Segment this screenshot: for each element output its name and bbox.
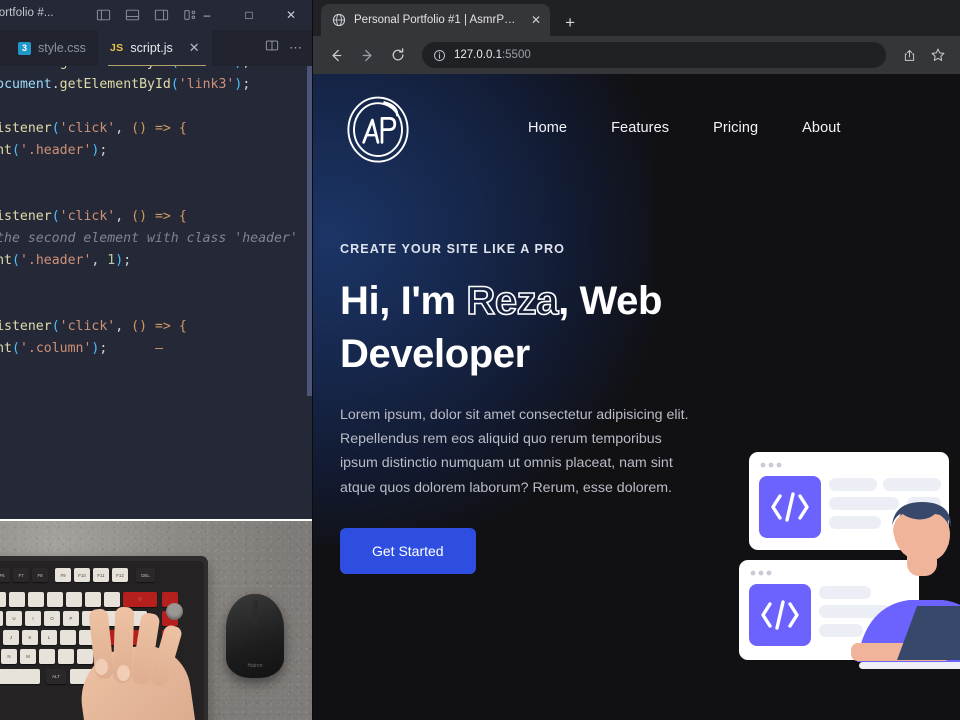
toggle-secondary-sidebar-icon[interactable] — [154, 8, 169, 22]
nav-link-about[interactable]: About — [802, 120, 840, 136]
share-icon[interactable] — [897, 43, 921, 67]
hero-eyebrow: CREATE YOUR SITE LIKE A PRO — [340, 242, 565, 256]
hero-section: CREATE YOUR SITE LIKE A PRO Hi, I'm Reza… — [313, 182, 960, 669]
bookmark-star-icon[interactable] — [926, 43, 950, 67]
browser-tab-title: Personal Portfolio #1 | AsmrProg — [354, 14, 519, 26]
nav-link-home[interactable]: Home — [528, 120, 567, 136]
address-bar[interactable]: 127.0.0.1:5500 — [422, 42, 886, 68]
editor-tab-label: script.js — [130, 41, 173, 55]
url-port: :5500 — [501, 49, 531, 61]
webpage-viewport: Home Features Pricing About CREATE YOUR … — [313, 74, 960, 720]
vscode-editor[interactable]: const link2 = document.getElementById('l… — [0, 66, 312, 519]
more-actions-icon[interactable]: ⋯ — [289, 40, 303, 56]
get-started-button[interactable]: Get Started — [340, 528, 476, 575]
headline-outlined-name: Reza — [466, 278, 560, 324]
forward-button[interactable] — [354, 42, 380, 68]
editor-scrollbar[interactable] — [307, 66, 312, 519]
close-icon[interactable]: ✕ — [189, 40, 200, 56]
info-circle-icon[interactable] — [433, 49, 446, 62]
browser-tabstrip: Personal Portfolio #1 | AsmrProg ✕ + — [313, 0, 960, 36]
hero-content: CREATE YOUR SITE LIKE A PRO Hi, I'm Reza… — [340, 242, 710, 575]
screen: nal Portfolio #... – □ ✕ — [0, 0, 960, 720]
headline-part-1: Hi, I'm — [340, 279, 467, 323]
hero-headline: Hi, I'm Reza, Web Developer — [340, 275, 710, 381]
vscode-window-buttons: – □ ✕ — [186, 0, 312, 30]
javascript-icon: JS — [109, 42, 124, 54]
vscode-tabbar: 3 style.css JS script.js ✕ ⋯ — [0, 30, 312, 66]
scrollbar-thumb[interactable] — [307, 66, 312, 396]
vscode-layout-controls — [96, 0, 198, 30]
chrome-browser-window: Personal Portfolio #1 | AsmrProg ✕ + 127… — [313, 0, 960, 720]
url-host: 127.0.0.1 — [454, 49, 502, 61]
editor-tab-label: style.css — [38, 41, 86, 55]
minimize-button[interactable]: – — [186, 0, 228, 30]
keyboard-knob — [166, 603, 183, 620]
editor-tab-actions: ⋯ — [265, 30, 312, 66]
split-editor-icon[interactable] — [265, 39, 279, 57]
site-navbar: Home Features Pricing About — [313, 74, 960, 182]
editor-tab-script-js[interactable]: JS script.js ✕ — [97, 30, 212, 66]
keyboard-hands-webcam-overlay: F6 F7 F8 F9 F10 F11 F12 DEL ♡ Y U I O P — [0, 519, 312, 720]
computer-mouse: Hatron — [226, 594, 284, 678]
site-nav-links: Home Features Pricing About — [528, 120, 841, 136]
editor-tab-style-css[interactable]: 3 style.css — [0, 30, 98, 66]
nav-link-features[interactable]: Features — [611, 120, 669, 136]
hero-paragraph: Lorem ipsum, dolor sit amet consectetur … — [340, 406, 689, 496]
vscode-titlebar: nal Portfolio #... – □ ✕ — [0, 0, 312, 30]
mouse-brand-label: Hatron — [247, 663, 263, 669]
developer-at-laptop-illustration — [731, 430, 960, 680]
url-text: 127.0.0.1:5500 — [454, 49, 531, 61]
maximize-button[interactable]: □ — [228, 0, 270, 30]
browser-tab[interactable]: Personal Portfolio #1 | AsmrProg ✕ — [321, 4, 551, 36]
close-icon[interactable]: ✕ — [531, 13, 541, 27]
nav-link-pricing[interactable]: Pricing — [713, 120, 758, 136]
ap-logo-icon[interactable] — [338, 88, 418, 168]
css3-icon: 3 — [18, 41, 31, 55]
reload-button[interactable] — [385, 42, 411, 68]
toggle-primary-sidebar-icon[interactable] — [96, 8, 111, 22]
close-button[interactable]: ✕ — [270, 0, 312, 30]
new-tab-button[interactable]: + — [560, 14, 580, 31]
vscode-window-title: nal Portfolio #... — [0, 7, 54, 19]
back-button[interactable] — [323, 42, 349, 68]
toggle-panel-icon[interactable] — [125, 8, 140, 22]
globe-icon — [332, 13, 346, 27]
code-content: const link2 = document.getElementById('l… — [0, 66, 298, 356]
browser-toolbar: 127.0.0.1:5500 — [313, 36, 960, 74]
